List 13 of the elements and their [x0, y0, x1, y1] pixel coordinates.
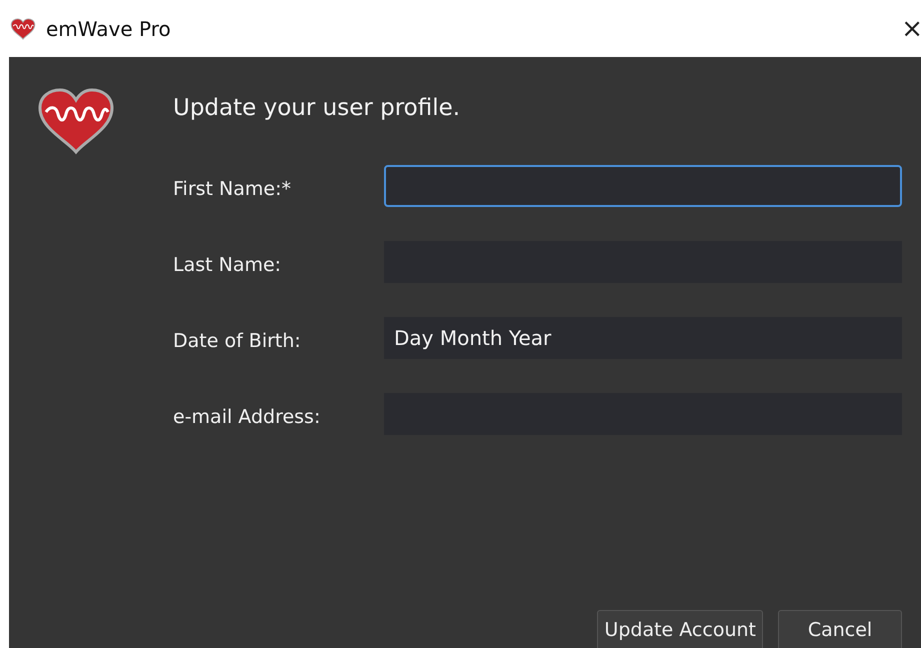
heading: Update your user profile.: [173, 95, 462, 123]
dialog-button[interactable]: Cancel: [778, 610, 902, 648]
field-label: First Name:*: [173, 178, 292, 200]
heart-wave-icon: [10, 18, 36, 40]
dialog-button[interactable]: Update Account: [597, 610, 763, 648]
close-button[interactable]: ×: [901, 16, 921, 42]
field-label: Date of Birth:: [173, 330, 302, 352]
heart-wave-icon: [36, 87, 116, 155]
input-field[interactable]: [384, 165, 902, 207]
window-title: emWave Pro: [46, 16, 172, 40]
field-label: e-mail Address:: [173, 406, 322, 428]
input-field[interactable]: Day Month Year: [384, 317, 902, 359]
field-label: Last Name:: [173, 254, 282, 276]
